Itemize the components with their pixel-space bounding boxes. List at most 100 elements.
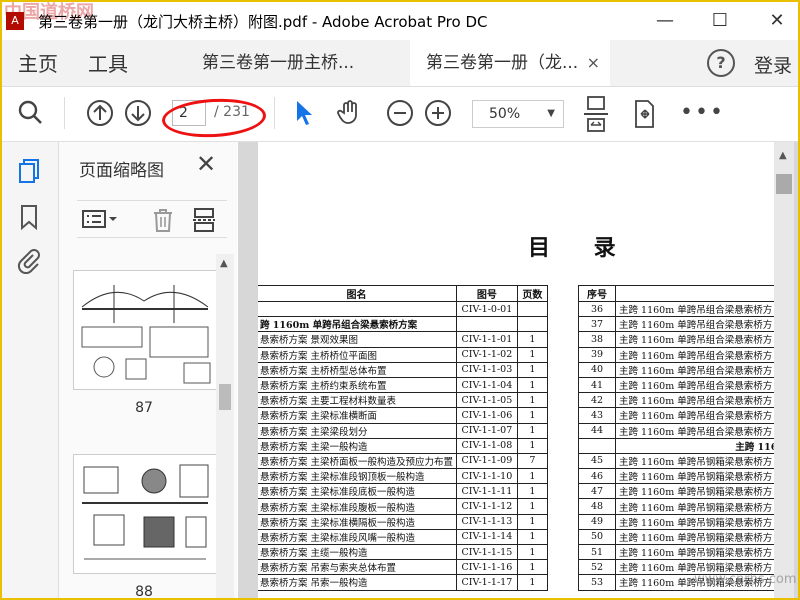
table-cell: 39 xyxy=(578,346,616,363)
table-row: 46 主跨 1160m 单跨吊钢箱梁悬索桥方 xyxy=(578,468,774,485)
table-cell: 1 xyxy=(516,468,549,485)
search-icon[interactable] xyxy=(16,99,44,127)
table-cell: 1 xyxy=(516,513,549,530)
thumbnail-options-icon[interactable] xyxy=(81,207,119,236)
page-thumbnail[interactable] xyxy=(73,270,217,390)
table-cell: 42 xyxy=(578,392,616,409)
table-row: 47 主跨 1160m 单跨吊钢箱梁悬索桥方 xyxy=(578,483,774,500)
scroll-up-icon[interactable]: ▲ xyxy=(220,258,228,269)
thumbnails-panel: 页面缩略图 ✕ 87 88 ▲ xyxy=(59,142,237,598)
page-thumbnail[interactable] xyxy=(73,454,217,574)
table-cell: 51 xyxy=(578,543,616,561)
table-row: 41 主跨 1160m 单跨吊组合梁悬索桥方 xyxy=(578,376,774,394)
table-cell: 悬索桥方案 主梁标准段腹板一般构造 xyxy=(258,498,458,515)
table-cell: 跨 1160m 单跨吊组合梁悬索桥方案 xyxy=(258,316,458,333)
extract-page-icon[interactable] xyxy=(191,207,217,238)
table-cell: 悬索桥方案 主梁标准段钢顶板一般构造 xyxy=(258,468,458,485)
close-tab-icon[interactable]: × xyxy=(587,40,600,86)
table-row: 悬索桥方案 主梁标准横断面 CIV-1-1-06 1 xyxy=(258,407,549,424)
menu-tools[interactable]: 工具 xyxy=(88,48,128,77)
delete-page-icon[interactable] xyxy=(151,207,175,238)
table-cell: 悬索桥方案 主梁标准横断面 xyxy=(258,407,458,424)
minimize-button[interactable]: — xyxy=(650,8,680,34)
table-row: 悬索桥方案 主桥桥型总体布置 CIV-1-1-03 1 xyxy=(258,361,549,378)
table-cell: 1 xyxy=(516,559,549,576)
maximize-button[interactable]: ☐ xyxy=(705,8,735,34)
table-cell: CIV-1-1-01 xyxy=(456,331,518,348)
table-cell: CIV-1-1-10 xyxy=(456,468,518,485)
attachment-icon[interactable] xyxy=(16,248,42,275)
fit-page-icon[interactable] xyxy=(582,95,610,135)
menu-home[interactable]: 主页 xyxy=(18,48,58,77)
thumbnail-scrollbar[interactable]: ▲ xyxy=(216,254,234,598)
toolbar-separator xyxy=(64,97,65,129)
select-cursor-icon[interactable] xyxy=(290,99,318,127)
zoom-level-select[interactable]: 50% ▼ xyxy=(472,100,564,128)
document-scrollbar[interactable]: ▲ xyxy=(774,142,794,598)
table-cell: 1 xyxy=(516,331,549,348)
table-row: CIV-1-0-01 xyxy=(258,300,549,318)
zoom-out-icon[interactable] xyxy=(386,99,414,127)
table-cell xyxy=(456,316,518,333)
close-panel-icon[interactable]: ✕ xyxy=(196,150,216,178)
table-cell: 49 xyxy=(578,513,616,530)
table-row: 44 主跨 1160m 单跨吊组合梁悬索桥方 xyxy=(578,422,774,439)
table-cell: 悬索桥方案 主缆一般构造 xyxy=(258,543,458,561)
help-icon[interactable]: ? xyxy=(707,49,735,77)
close-window-button[interactable]: ✕ xyxy=(762,8,792,34)
pdf-page: 目 录 图名 图号 页数 CIV-1-0-01 跨 1160m 单跨吊组合梁悬索桥… xyxy=(258,142,774,598)
table-cell: 主跨 1160m 单跨吊钢箱梁悬索桥方 xyxy=(615,483,774,500)
bookmark-icon[interactable] xyxy=(16,204,42,231)
column-header: 图名 xyxy=(258,285,458,302)
column-header: 图号 xyxy=(456,285,518,302)
next-page-icon[interactable] xyxy=(124,99,152,127)
rotate-page-icon[interactable] xyxy=(630,99,658,128)
table-row: 悬索桥方案 主梁桥面板一般构造及预应力布置 CIV-1-1-09 7 xyxy=(258,452,549,470)
table-row: 悬索桥方案 主要工程材料数量表 CIV-1-1-05 1 xyxy=(258,392,549,409)
toolbar-separator xyxy=(274,97,275,129)
table-row: 悬索桥方案 主桥桥位平面图 CIV-1-1-02 1 xyxy=(258,346,549,363)
table-cell: 悬索桥方案 主桥桥型总体布置 xyxy=(258,361,458,378)
zoom-in-icon[interactable] xyxy=(424,99,452,127)
table-cell: 1 xyxy=(516,376,549,394)
table-cell: 主跨 1160m 单跨吊组合梁悬索桥方 xyxy=(615,316,774,333)
table-cell: CIV-1-1-13 xyxy=(456,513,518,530)
table-cell xyxy=(516,300,549,318)
column-header: 序号 xyxy=(578,285,616,302)
table-cell: CIV-1-1-09 xyxy=(456,452,518,470)
page-thumbnails-icon[interactable] xyxy=(16,158,42,184)
table-row: 悬索桥方案 吊索与索夹总体布置 CIV-1-1-16 1 xyxy=(258,559,549,576)
table-cell: 主跨 1160m xyxy=(615,437,774,454)
document-tab-active[interactable]: 第三卷第一册（龙... × xyxy=(410,40,610,86)
table-cell: 1 xyxy=(516,543,549,561)
hand-tool-icon[interactable] xyxy=(336,99,364,127)
scrollbar-thumb[interactable] xyxy=(776,174,792,194)
table-cell: 1 xyxy=(516,528,549,546)
watermark: www.cnrbs.com xyxy=(694,572,797,587)
table-cell: 主跨 1160m 单跨吊钢箱梁悬索桥方 xyxy=(615,543,774,561)
document-tab-label: 第三卷第一册（龙... xyxy=(426,53,579,73)
table-cell: 52 xyxy=(578,559,616,576)
table-cell: 悬索桥方案 主梁一般构造 xyxy=(258,437,458,454)
scroll-up-icon[interactable]: ▲ xyxy=(779,150,787,161)
table-cell: 悬索桥方案 主梁桥面板一般构造及预应力布置 xyxy=(258,452,458,470)
login-button[interactable]: 登录 xyxy=(754,51,792,78)
document-tab[interactable]: 第三卷第一册主桥... xyxy=(186,40,394,86)
table-row: 40 主跨 1160m 单跨吊组合梁悬索桥方 xyxy=(578,361,774,378)
table-row: 悬索桥方案 主梁标准横隔板一般构造 CIV-1-1-13 1 xyxy=(258,513,549,530)
table-cell: 1 xyxy=(516,346,549,363)
table-cell: 主跨 1160m 单跨吊组合梁悬索桥方 xyxy=(615,376,774,394)
table-cell xyxy=(578,437,616,454)
table-row: 39 主跨 1160m 单跨吊组合梁悬索桥方 xyxy=(578,346,774,363)
table-cell: 主跨 1160m 单跨吊组合梁悬索桥方 xyxy=(615,331,774,348)
chevron-down-icon: ▼ xyxy=(547,108,555,119)
table-row: 45 主跨 1160m 单跨吊钢箱梁悬索桥方 xyxy=(578,452,774,470)
table-row: 悬索桥方案 吊索一般构造 CIV-1-1-17 1 xyxy=(258,574,549,591)
more-options-icon[interactable]: ••• xyxy=(680,99,723,127)
table-cell: 主跨 1160m 单跨吊组合梁悬索桥方 xyxy=(615,361,774,378)
scrollbar-thumb[interactable] xyxy=(219,384,231,410)
table-cell: CIV-1-1-04 xyxy=(456,376,518,394)
previous-page-icon[interactable] xyxy=(86,99,114,127)
table-cell: CIV-1-1-05 xyxy=(456,392,518,409)
table-row: 悬索桥方案 主缆一般构造 CIV-1-1-15 1 xyxy=(258,543,549,561)
